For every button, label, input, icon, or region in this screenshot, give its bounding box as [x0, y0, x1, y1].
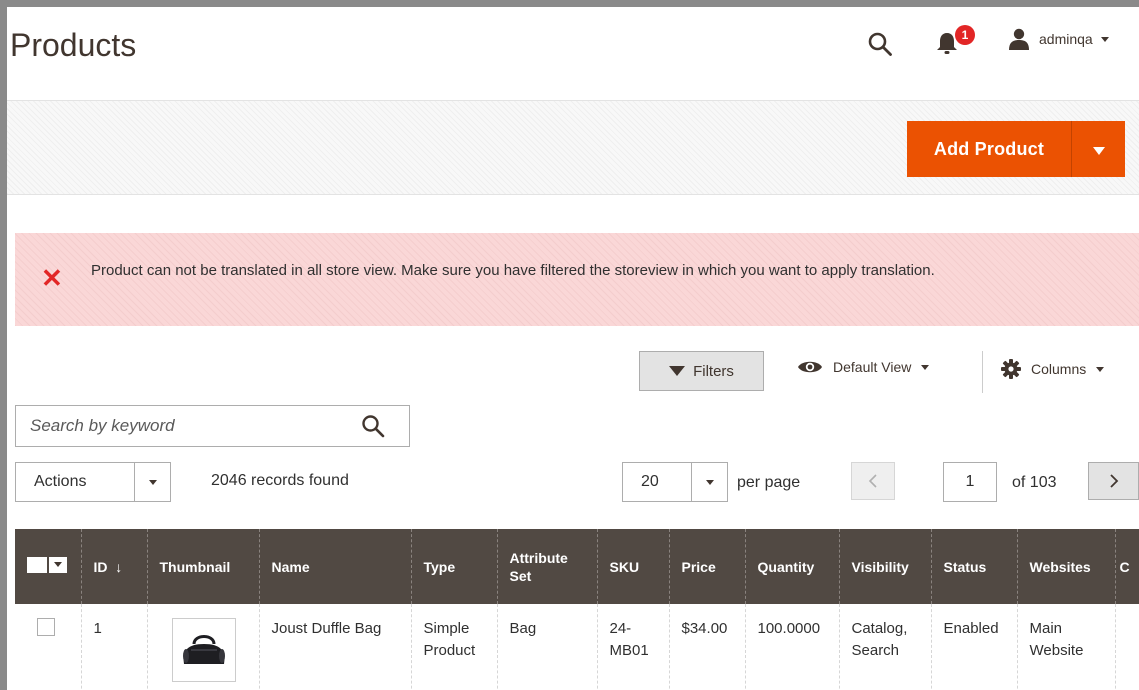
column-header-status[interactable]: Status	[930, 529, 1017, 604]
table-row[interactable]: 1 Joust Duffle Bag Simple Product Bag 24…	[15, 604, 1139, 690]
column-header-attribute-set[interactable]: Attribute Set	[496, 529, 597, 604]
previous-page-button[interactable]	[851, 462, 895, 500]
chevron-down-icon	[1096, 366, 1105, 372]
page-actions-bar: Add Product	[7, 100, 1139, 195]
cell-attribute-set: Bag	[496, 604, 597, 690]
per-page-dropdown-toggle[interactable]	[691, 463, 727, 501]
chevron-left-icon	[868, 474, 877, 488]
total-pages: of 103	[1012, 474, 1057, 491]
error-message: ✕ Product can not be translated in all s…	[15, 233, 1139, 326]
user-menu[interactable]: adminqa	[1007, 27, 1109, 51]
column-header-name[interactable]: Name	[258, 529, 411, 604]
cell-name: Joust Duffle Bag	[258, 604, 411, 690]
chevron-down-icon	[1092, 147, 1105, 155]
keyword-search	[15, 405, 410, 447]
cell-type: Simple Product	[410, 604, 497, 690]
gear-icon	[1001, 359, 1021, 379]
next-page-button[interactable]	[1088, 462, 1139, 500]
per-page-label: per page	[737, 474, 801, 491]
per-page-select[interactable]: 20	[622, 462, 728, 502]
filters-button[interactable]: Filters	[639, 351, 764, 391]
search-icon[interactable]	[361, 414, 385, 438]
user-icon	[1009, 28, 1029, 50]
cell-sku: 24-MB01	[596, 604, 669, 690]
column-header-price[interactable]: Price	[668, 529, 745, 604]
cell-websites: Main Website	[1016, 604, 1115, 690]
row-checkbox[interactable]	[37, 618, 55, 636]
column-header-truncated[interactable]: C	[1114, 529, 1139, 604]
page-title: Products	[10, 27, 137, 63]
column-header-websites[interactable]: Websites	[1016, 529, 1115, 604]
add-product-split-button: Add Product	[907, 121, 1125, 177]
product-thumbnail[interactable]	[171, 618, 236, 682]
column-header-type[interactable]: Type	[410, 529, 497, 604]
columns-label: Columns	[1031, 361, 1087, 377]
cell-quantity: 100.0000	[744, 604, 839, 690]
mass-select-dropdown[interactable]	[49, 556, 67, 573]
column-header-visibility[interactable]: Visibility	[838, 529, 931, 604]
records-count: 2046 records found	[211, 472, 349, 489]
search-input[interactable]	[16, 406, 346, 446]
filter-funnel-icon	[669, 366, 686, 376]
chevron-down-icon	[54, 562, 62, 567]
filters-label: Filters	[693, 362, 734, 380]
chevron-down-icon	[148, 479, 157, 485]
cell-id: 1	[80, 604, 147, 690]
error-x-icon: ✕	[41, 263, 63, 293]
select-all-checkbox[interactable]	[27, 556, 47, 573]
cell-truncated	[1114, 604, 1139, 690]
view-switcher[interactable]: Default View	[797, 359, 930, 375]
actions-dropdown-toggle[interactable]	[134, 463, 170, 501]
mass-actions-select[interactable]: Actions	[15, 462, 171, 502]
mass-select-control[interactable]	[27, 556, 67, 573]
cell-thumbnail	[146, 604, 259, 690]
chevron-down-icon	[1100, 36, 1109, 42]
products-grid: ID ↓ Thumbnail Name Type Attribute Set S…	[15, 529, 1139, 690]
notifications-badge[interactable]: 1	[955, 25, 975, 45]
global-search-icon[interactable]	[867, 31, 893, 57]
chevron-right-icon	[1109, 474, 1118, 488]
cell-visibility: Catalog, Search	[838, 604, 931, 690]
chevron-down-icon	[705, 479, 714, 485]
actions-label: Actions	[34, 473, 87, 490]
column-header-quantity[interactable]: Quantity	[744, 529, 839, 604]
add-product-button[interactable]: Add Product	[907, 121, 1071, 177]
toolbar-divider	[982, 351, 983, 393]
chevron-down-icon	[921, 364, 930, 370]
per-page-value: 20	[641, 473, 659, 490]
grid-header-row: ID ↓ Thumbnail Name Type Attribute Set S…	[15, 529, 1139, 604]
sort-arrow-icon: ↓	[115, 558, 123, 575]
column-header-id[interactable]: ID ↓	[80, 529, 147, 604]
column-header-thumbnail: Thumbnail	[146, 529, 259, 604]
eye-icon	[798, 361, 822, 373]
duffle-bag-image	[182, 635, 225, 664]
mass-select-header	[15, 529, 81, 604]
columns-control[interactable]: Columns	[1001, 359, 1105, 379]
add-product-dropdown-toggle[interactable]	[1072, 121, 1125, 177]
view-label: Default View	[833, 359, 912, 375]
row-select-cell	[15, 604, 81, 690]
error-message-text: Product can not be translated in all sto…	[91, 262, 935, 279]
admin-page: Products 1 adminqa Add Product ✕ Product…	[7, 7, 1139, 690]
cell-price: $34.00	[668, 604, 745, 690]
username: adminqa	[1039, 31, 1093, 47]
page-number-input[interactable]	[943, 462, 997, 502]
cell-status: Enabled	[930, 604, 1017, 690]
column-header-sku[interactable]: SKU	[596, 529, 669, 604]
